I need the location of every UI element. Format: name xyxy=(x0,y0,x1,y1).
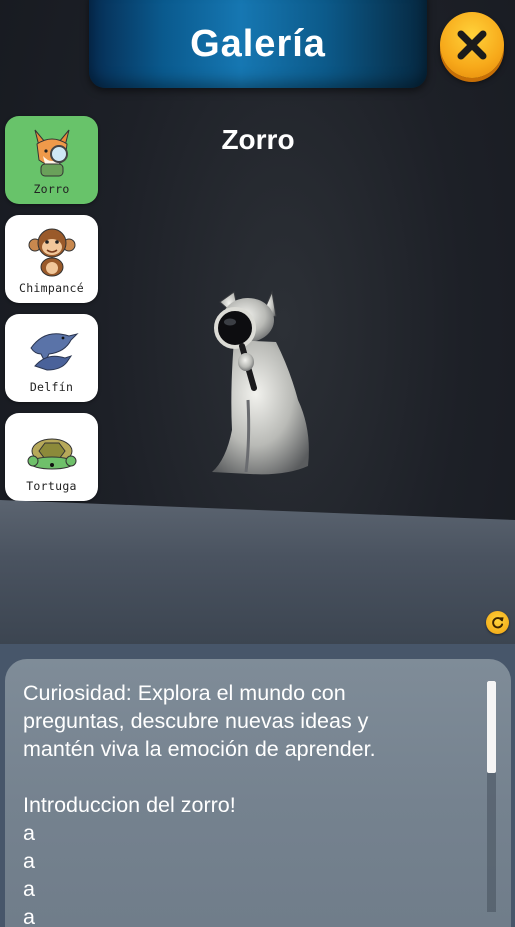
info-line: a xyxy=(23,905,35,927)
animal-card-label: Tortuga xyxy=(26,479,77,493)
info-text: Curiosidad: Explora el mundo con pregunta… xyxy=(23,679,483,927)
scrollbar-thumb[interactable] xyxy=(487,681,496,773)
rotate-icon xyxy=(492,617,504,629)
animal-card-zorro[interactable]: Zorro xyxy=(5,116,98,204)
stage-floor xyxy=(0,500,515,644)
animal-list: Zorro Chimpancé Delfín Tortuga xyxy=(5,116,99,512)
animal-card-chimpance[interactable]: Chimpancé xyxy=(5,215,98,303)
animal-card-delfin[interactable]: Delfín xyxy=(5,314,98,402)
title-banner: Galería xyxy=(89,0,427,88)
fox-icon xyxy=(34,129,69,177)
animal-card-label: Chimpancé xyxy=(18,281,84,295)
info-line: a xyxy=(23,877,35,901)
fox-model-viewer[interactable] xyxy=(190,280,330,480)
animal-card-label: Delfín xyxy=(29,380,74,394)
monkey-icon xyxy=(28,228,75,277)
rotate-model-button[interactable] xyxy=(486,611,509,634)
animal-name-heading: Zorro xyxy=(221,124,295,155)
info-line: Curiosidad: Explora el mundo con xyxy=(23,681,346,705)
close-button[interactable] xyxy=(440,12,504,78)
page-title: Galería xyxy=(190,22,326,65)
turtle-icon xyxy=(27,438,76,470)
info-line: mantén viva la emoción de aprender. xyxy=(23,737,376,761)
info-panel[interactable]: Curiosidad: Explora el mundo con pregunta… xyxy=(5,659,511,927)
info-line: a xyxy=(23,849,35,873)
animal-card-tortuga[interactable]: Tortuga xyxy=(5,413,98,501)
info-line xyxy=(23,763,483,791)
animal-card-label: Zorro xyxy=(33,182,70,196)
close-x-icon xyxy=(457,30,487,60)
dolphin-icon xyxy=(29,333,79,371)
info-line: Introduccion del zorro! xyxy=(23,793,236,817)
info-line: preguntas, descubre nuevas ideas y xyxy=(23,709,369,733)
info-scrollbar[interactable] xyxy=(487,681,496,912)
info-line: a xyxy=(23,821,35,845)
